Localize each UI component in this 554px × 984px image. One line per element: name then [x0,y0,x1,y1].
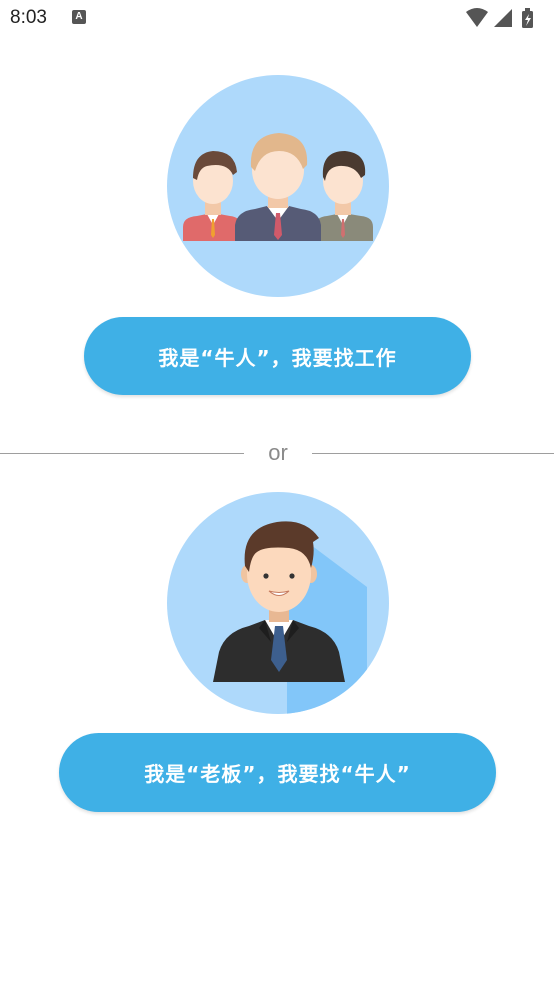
divider-line-left [0,453,244,454]
employer-button[interactable]: 我是“老板”，我要找“牛人” [59,733,496,812]
job-seeker-button[interactable]: 我是“牛人”，我要找工作 [84,317,471,395]
signal-icon [494,9,512,27]
job-seeker-button-label: 我是“牛人”，我要找工作 [158,345,397,370]
battery-charging-icon [522,8,533,28]
job-seeker-avatar [167,75,389,297]
status-bar: 8:03 A [0,0,554,38]
employer-avatar [167,492,389,714]
businessman-icon [213,521,367,714]
divider-text: or [268,440,288,465]
notification-icon: A [72,10,86,24]
left-person [183,151,241,241]
employer-button-label: 我是“老板”，我要找“牛人” [144,762,411,786]
center-person [235,133,321,241]
clock: 8:03 [10,7,47,28]
system-icons [466,8,533,28]
divider-line-right [312,453,554,454]
group-of-people-icon [183,133,373,241]
right-person [315,151,373,241]
wifi-icon [466,8,488,27]
